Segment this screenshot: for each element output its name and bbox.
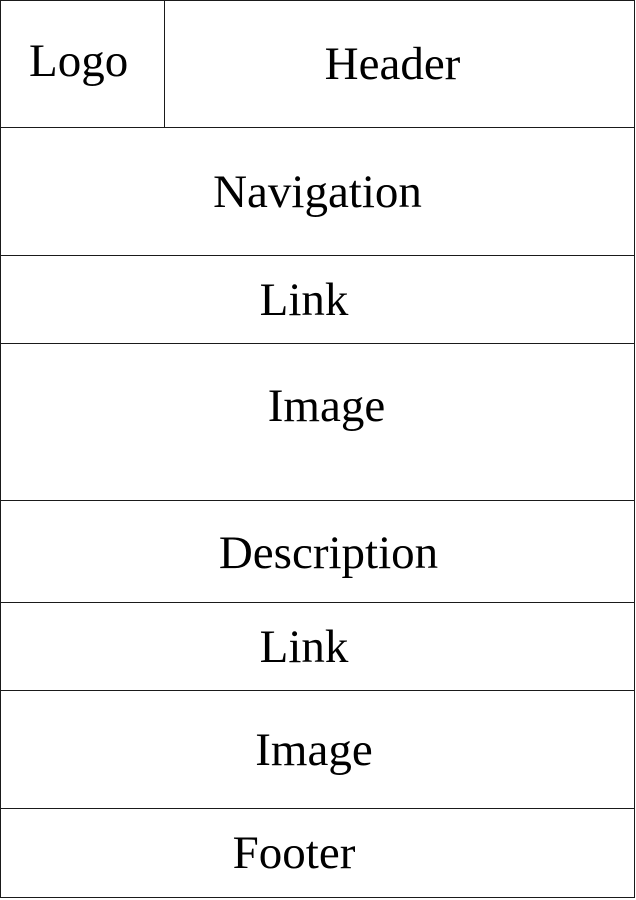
footer-label: Footer (232, 826, 356, 879)
link-block-2: Link (0, 602, 635, 692)
description-block: Description (0, 500, 635, 604)
image-label-2: Image (255, 723, 373, 776)
logo-block: Logo (0, 0, 166, 129)
image-block-1: Image (0, 343, 635, 502)
link-block-1: Link (0, 255, 635, 345)
logo-label: Logo (29, 35, 129, 87)
navigation-label: Navigation (213, 165, 422, 218)
link-label-1: Link (259, 273, 349, 326)
image-block-2: Image (0, 690, 635, 810)
header-label: Header (324, 38, 461, 90)
navigation-block: Navigation (0, 127, 635, 257)
header-block: Header (164, 0, 635, 129)
description-label: Description (218, 526, 439, 579)
image-label-1: Image (267, 380, 386, 432)
link-label-2: Link (259, 620, 349, 673)
footer-block: Footer (0, 808, 635, 898)
